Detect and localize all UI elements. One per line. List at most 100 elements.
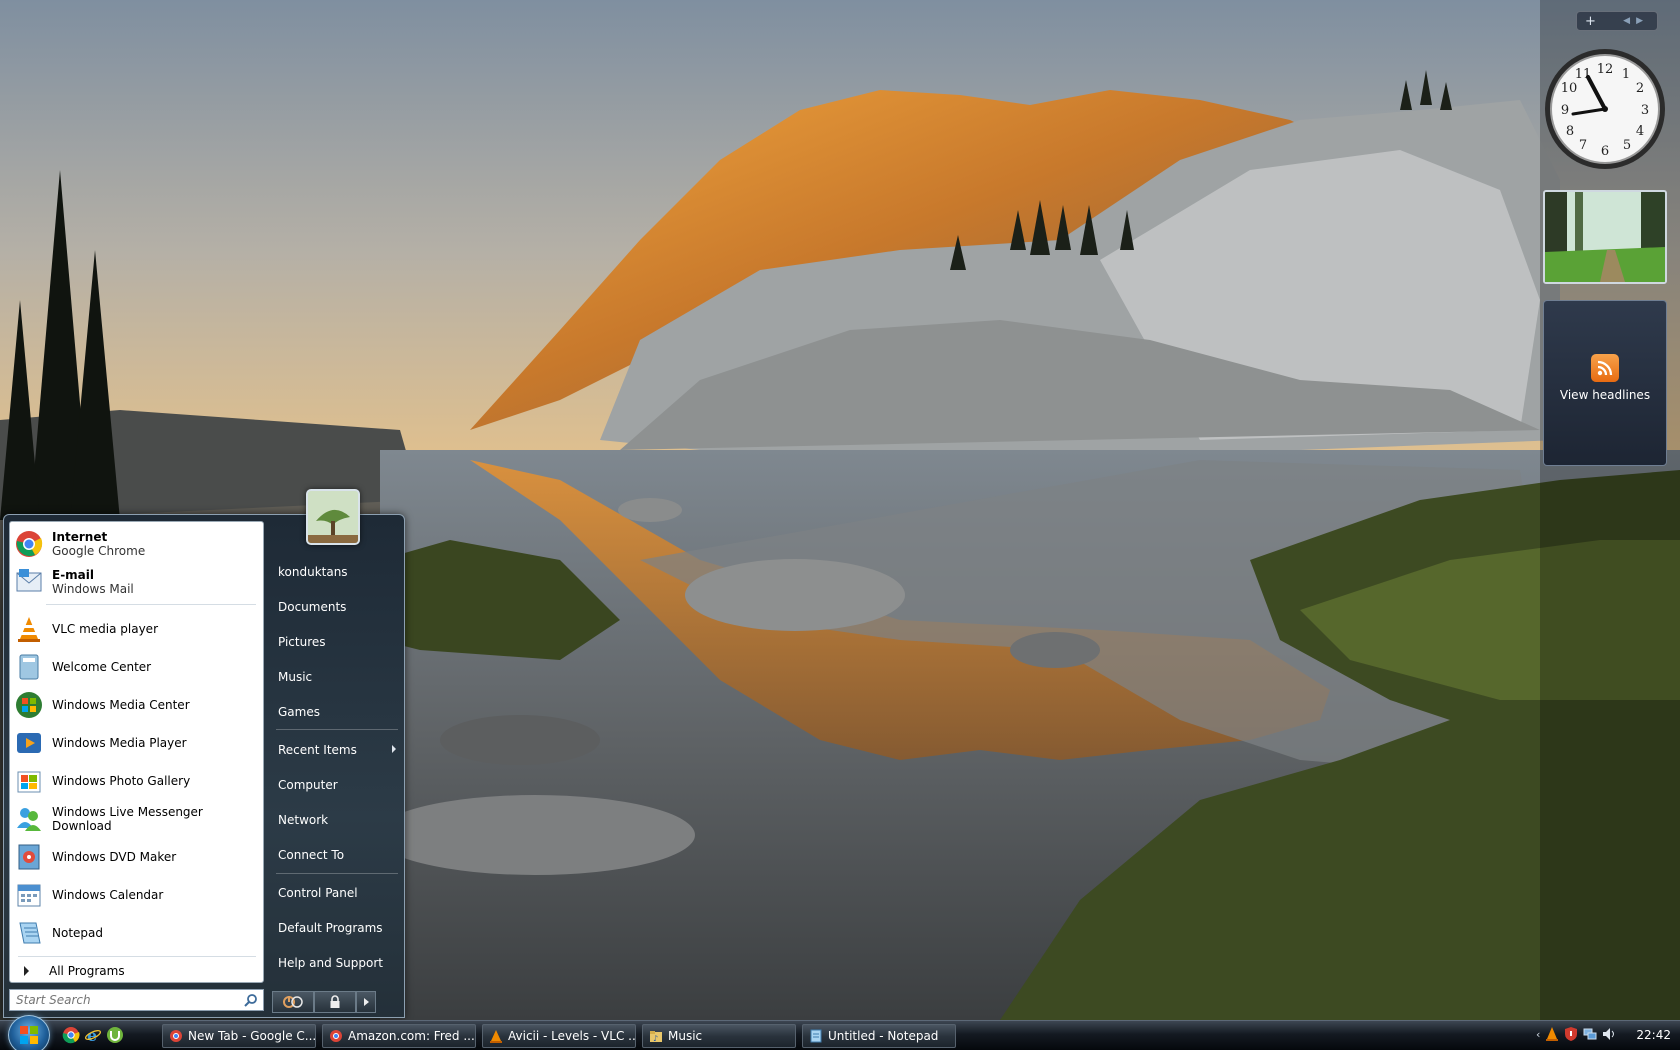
svg-text:7: 7 (1579, 138, 1587, 153)
svg-text:4: 4 (1636, 124, 1644, 139)
power-icon (283, 996, 303, 1008)
vlc-tray-icon[interactable] (1545, 1026, 1559, 1042)
taskbar-button-vlc[interactable]: Avicii - Levels - VLC ... (482, 1024, 636, 1048)
lock-icon (330, 995, 340, 1008)
place-pictures[interactable]: Pictures (274, 629, 400, 655)
quick-launch: e (62, 1026, 124, 1044)
place-help-support[interactable]: Help and Support (274, 950, 400, 976)
places-separator (276, 873, 398, 874)
recent-program-label: Windows Live Messenger Download (52, 805, 203, 833)
mail-icon (16, 569, 42, 592)
calendar-icon (17, 884, 41, 907)
start-menu: Internet Google Chrome E-mail Windows Ma… (3, 514, 405, 1018)
utorrent-icon[interactable] (106, 1026, 124, 1044)
svg-text:9: 9 (1561, 103, 1569, 118)
svg-text:5: 5 (1623, 138, 1631, 153)
start-search-input[interactable] (16, 993, 236, 1007)
pinned-internet-label: Internet (52, 530, 108, 544)
pinned-internet[interactable]: Internet Google Chrome (14, 526, 260, 562)
taskbar-button-music[interactable]: ♪ Music (642, 1024, 796, 1048)
recent-program-item[interactable]: Windows Media Center (14, 687, 260, 723)
chrome-icon (330, 1030, 342, 1042)
taskbar-button-amazon[interactable]: Amazon.com: Fred ... (322, 1024, 476, 1048)
recent-program-label: Welcome Center (52, 660, 152, 674)
taskbar: e New Tab - Google C... Amazon.com: Fred… (0, 1015, 1680, 1050)
recent-items-label: Recent Items (278, 743, 357, 757)
windows-logo-icon (20, 1026, 38, 1044)
place-connect-to[interactable]: Connect To (274, 842, 400, 868)
place-user-folder[interactable]: konduktans (274, 559, 400, 585)
place-default-programs[interactable]: Default Programs (274, 915, 400, 941)
submenu-arrow-icon (392, 745, 396, 753)
internet-explorer-icon[interactable]: e (84, 1026, 102, 1044)
place-recent-items[interactable]: Recent Items (274, 737, 400, 763)
place-music[interactable]: Music (274, 664, 400, 690)
feed-headlines-gadget[interactable]: View headlines (1543, 300, 1667, 466)
recent-program-item[interactable]: Windows DVD Maker (14, 839, 260, 875)
taskbar-button-label: Amazon.com: Fred ... (348, 1029, 475, 1043)
place-control-panel[interactable]: Control Panel (274, 880, 400, 906)
welcome-center-icon (19, 654, 39, 680)
taskbar-button-new-tab[interactable]: New Tab - Google C... (162, 1024, 316, 1048)
taskbar-clock[interactable]: 22:42 (1636, 1028, 1671, 1042)
svg-text:10: 10 (1561, 81, 1578, 96)
recent-program-item[interactable]: Windows Live Messenger Download (14, 801, 260, 837)
place-network[interactable]: Network (274, 807, 400, 833)
pinned-separator (46, 604, 256, 605)
photo-gallery-icon (17, 771, 41, 793)
all-programs-button[interactable]: All Programs (14, 960, 260, 982)
taskbar-button-notepad[interactable]: Untitled - Notepad (802, 1024, 956, 1048)
chrome-icon[interactable] (62, 1026, 80, 1044)
pinned-email-app: Windows Mail (52, 582, 134, 596)
recent-program-label: Windows DVD Maker (52, 850, 177, 864)
user-account-picture[interactable] (306, 489, 360, 545)
recent-program-label: Notepad (52, 926, 103, 940)
add-gadget-button[interactable]: + (1585, 14, 1596, 29)
svg-text:12: 12 (1597, 62, 1614, 77)
notepad-icon (810, 1029, 822, 1043)
recent-program-item[interactable]: Welcome Center (14, 649, 260, 685)
view-headlines-label[interactable]: View headlines (1560, 388, 1650, 402)
place-computer[interactable]: Computer (274, 772, 400, 798)
gadget-page-arrows[interactable]: ◀▶ (1623, 16, 1649, 26)
clock-gadget[interactable]: 12 1 2 345 678 9 10 11 (1543, 47, 1667, 171)
volume-icon[interactable] (1602, 1026, 1616, 1042)
vlc-icon (490, 1030, 502, 1043)
recent-program-item[interactable]: Windows Media Player (14, 725, 260, 761)
slideshow-gadget[interactable] (1543, 190, 1667, 284)
taskbar-button-label: New Tab - Google C... (188, 1029, 316, 1043)
recent-program-item[interactable]: VLC media player (14, 611, 260, 647)
lock-button[interactable] (314, 991, 356, 1013)
all-programs-label: All Programs (49, 964, 125, 978)
svg-text:3: 3 (1641, 103, 1649, 118)
notepad-icon (19, 922, 41, 944)
security-shield-icon[interactable] (1564, 1026, 1578, 1042)
recent-program-item[interactable]: Windows Calendar (14, 877, 260, 913)
place-documents[interactable]: Documents (274, 594, 400, 620)
search-icon[interactable] (244, 993, 258, 1007)
power-button[interactable] (272, 991, 314, 1013)
recent-program-label: Windows Media Player (52, 736, 187, 750)
recent-program-label: VLC media player (52, 622, 159, 636)
recent-program-item[interactable]: Windows Photo Gallery (14, 763, 260, 799)
network-icon[interactable] (1583, 1026, 1597, 1042)
start-button[interactable] (8, 1015, 50, 1050)
folder-icon: ♪ (650, 1031, 662, 1043)
place-games[interactable]: Games (274, 699, 400, 725)
start-search-box[interactable] (9, 989, 264, 1011)
media-player-icon (17, 733, 41, 753)
system-tray: ‹ (1536, 1026, 1616, 1042)
recent-program-label: Windows Calendar (52, 888, 164, 902)
places-separator (276, 729, 398, 730)
taskbar-button-label: Untitled - Notepad (828, 1029, 939, 1043)
forest-photo (1545, 192, 1665, 282)
shutdown-options-button[interactable] (356, 991, 376, 1013)
svg-text:2: 2 (1636, 81, 1644, 96)
sidebar-controls: + ◀▶ (1576, 11, 1658, 31)
recent-program-item[interactable]: Notepad (14, 915, 260, 951)
pinned-internet-app: Google Chrome (52, 544, 146, 558)
pinned-email[interactable]: E-mail Windows Mail (14, 564, 260, 600)
user-picture-image (308, 491, 358, 543)
show-hidden-icons-chevron-icon[interactable]: ‹ (1536, 1028, 1540, 1041)
arrow-right-icon (363, 998, 369, 1006)
